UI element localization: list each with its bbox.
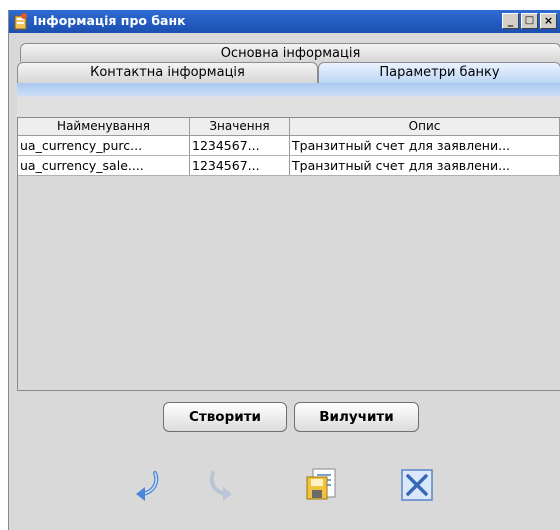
table-row[interactable]: ua_currency_sale.... 1234567... Транзитн… [18, 156, 560, 176]
close-x-icon[interactable] [397, 465, 437, 505]
column-header-name[interactable]: Найменування [18, 118, 190, 135]
create-button[interactable]: Створити [163, 402, 287, 432]
tab-main-info[interactable]: Основна інформація [20, 43, 560, 62]
column-header-description[interactable]: Опис [290, 118, 560, 135]
table-row[interactable]: ua_currency_purc... 1234567... Транзитны… [18, 136, 560, 156]
tab-content-strip [17, 83, 560, 118]
tab-bank-params[interactable]: Параметри банку [318, 62, 560, 83]
cell-value: 1234567... [190, 156, 290, 175]
cell-description: Транзитный счет для заявлени... [290, 136, 560, 155]
params-table: Найменування Значення Опис ua_currency_p… [17, 117, 560, 391]
bank-app-icon [14, 13, 27, 30]
title-bar[interactable]: Інформація про банк _ □ × [9, 10, 560, 33]
minimize-button[interactable]: _ [502, 13, 519, 29]
table-header: Найменування Значення Опис [18, 118, 560, 136]
maximize-button[interactable]: □ [521, 13, 538, 29]
undo-arrow-icon[interactable] [125, 465, 165, 505]
close-button[interactable]: × [540, 13, 557, 29]
cell-name: ua_currency_sale.... [18, 156, 190, 175]
column-header-value[interactable]: Значення [190, 118, 290, 135]
redo-arrow-icon[interactable] [203, 465, 243, 505]
delete-button[interactable]: Вилучити [294, 402, 419, 432]
window-title: Інформація про банк [33, 13, 186, 28]
bank-info-window: Інформація про банк _ □ × Основна інформ… [8, 10, 560, 530]
save-document-icon[interactable] [303, 465, 343, 505]
cell-name: ua_currency_purc... [18, 136, 190, 155]
cell-description: Транзитный счет для заявлени... [290, 156, 560, 175]
tab-contact-info[interactable]: Контактна інформація [17, 62, 318, 83]
cell-value: 1234567... [190, 136, 290, 155]
